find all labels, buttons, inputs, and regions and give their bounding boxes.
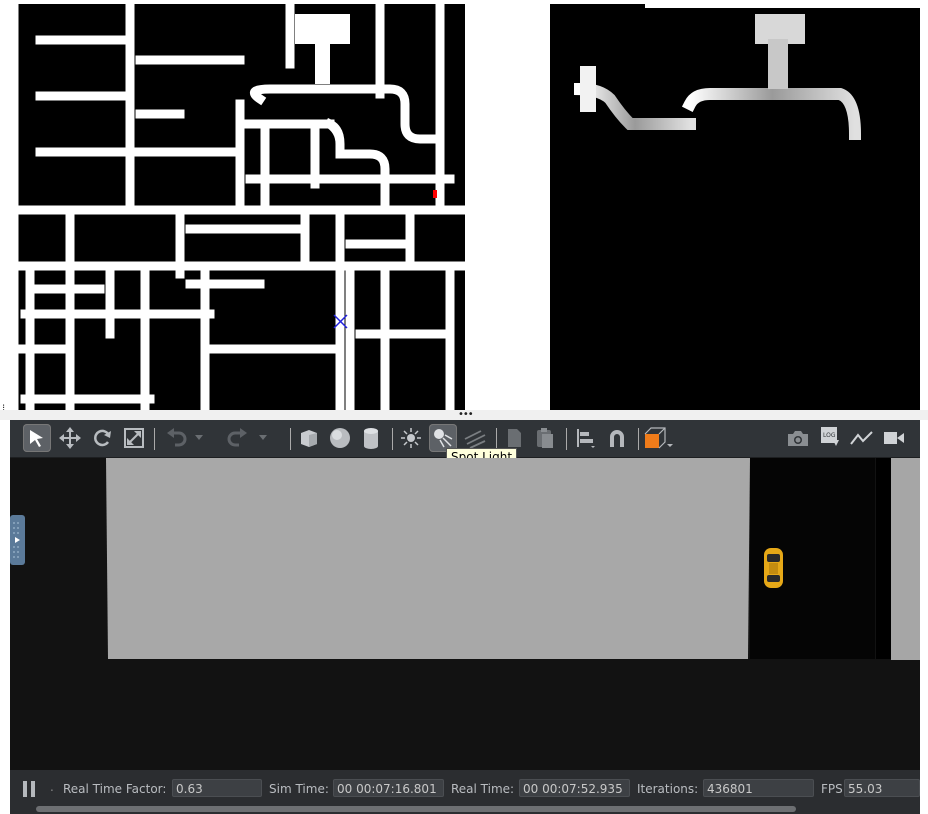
- fps-value: 55.03: [844, 779, 920, 797]
- car-model: [764, 548, 783, 588]
- scene-render: [10, 458, 920, 770]
- toolbar-separator: [496, 428, 497, 450]
- plot-button[interactable]: [848, 424, 876, 452]
- undo-dropdown[interactable]: [192, 424, 206, 452]
- play-pause-button[interactable]: [22, 781, 36, 797]
- view-angle-icon: [644, 427, 673, 449]
- paste-icon: [537, 428, 553, 448]
- select-mode-button[interactable]: [23, 424, 51, 452]
- rotate-icon: [94, 429, 111, 447]
- fps-label: FPS:: [821, 782, 847, 796]
- pause-icon: [23, 781, 35, 797]
- scale-mode-button[interactable]: [120, 424, 148, 452]
- horizontal-splitter[interactable]: •••: [0, 410, 928, 420]
- align-button[interactable]: [571, 424, 599, 452]
- view-angle-button[interactable]: [643, 424, 677, 452]
- translate-mode-button[interactable]: [56, 424, 84, 452]
- snap-magnet-icon: [610, 430, 624, 447]
- gazebo-window: LOG Spot Light . Real Time Factor: 0.63 …: [10, 420, 920, 814]
- spot-light-icon: [434, 429, 453, 448]
- undo-button[interactable]: [162, 424, 190, 452]
- scale-icon: [124, 428, 144, 448]
- cost-map: [550, 4, 920, 410]
- chevron-down-icon: [195, 435, 203, 440]
- horizontal-scrollbar[interactable]: [36, 806, 796, 812]
- status-bar: . Real Time Factor: 0.63 Sim Time: 00 00…: [10, 770, 920, 814]
- snap-button[interactable]: [603, 424, 631, 452]
- toolbar-separator: [566, 428, 567, 450]
- toolbar-separator: [392, 428, 393, 450]
- sphere-shape-button[interactable]: [326, 424, 354, 452]
- redo-button[interactable]: [224, 424, 252, 452]
- ground-plane-right: [891, 458, 920, 660]
- toolbar-separator: [638, 428, 639, 450]
- log-icon: LOG: [821, 427, 839, 446]
- robot-position-marker: [433, 190, 437, 198]
- box-shape-button[interactable]: [295, 424, 323, 452]
- log-button[interactable]: LOG: [816, 424, 844, 452]
- real-time-value: 00 00:07:52.935: [519, 779, 630, 797]
- screenshot-button[interactable]: [784, 424, 812, 452]
- iterations-label: Iterations:: [637, 782, 699, 796]
- redo-icon: [227, 428, 247, 447]
- video-record-icon: [884, 432, 904, 444]
- sim-time-value: 00 00:07:16.801: [333, 779, 444, 797]
- toolbar-separator: [154, 428, 155, 450]
- box-icon: [301, 430, 317, 447]
- undo-icon: [167, 428, 187, 447]
- expand-panel-icon: [13, 522, 20, 558]
- point-light-icon: [401, 428, 421, 448]
- cylinder-shape-button[interactable]: [357, 424, 385, 452]
- real-time-factor-label: Real Time Factor:: [63, 782, 167, 796]
- copy-icon: [508, 429, 521, 447]
- side-panel-toggle[interactable]: [10, 515, 25, 565]
- 3d-scene-view[interactable]: [10, 458, 920, 770]
- ground-plane: [106, 458, 750, 659]
- select-arrow-icon: [30, 430, 43, 447]
- svg-text:LOG: LOG: [823, 432, 836, 439]
- sphere-icon: [330, 428, 350, 448]
- splitter-grip-icon[interactable]: •••: [458, 410, 474, 420]
- chevron-down-icon: [259, 435, 267, 440]
- occupancy-map: [10, 4, 465, 410]
- iterations-value: 436801: [703, 779, 814, 797]
- map-panels: ⁝: [0, 0, 928, 414]
- align-icon: [577, 429, 595, 448]
- point-light-button[interactable]: [397, 424, 425, 452]
- plot-icon: [850, 431, 873, 445]
- cylinder-icon: [364, 428, 378, 449]
- camera-icon: [788, 431, 808, 446]
- redo-dropdown[interactable]: [256, 424, 270, 452]
- real-time-factor-value: 0.63: [172, 779, 262, 797]
- toolbar-separator: [290, 428, 291, 450]
- real-time-label: Real Time:: [451, 782, 515, 796]
- sim-time-label: Sim Time:: [269, 782, 329, 796]
- rotate-mode-button[interactable]: [88, 424, 116, 452]
- road-edge: [876, 458, 891, 659]
- record-video-button[interactable]: [880, 424, 908, 452]
- directional-light-icon: [464, 430, 486, 449]
- paste-button[interactable]: [531, 424, 559, 452]
- step-handle[interactable]: .: [50, 780, 54, 794]
- translate-icon: [59, 427, 81, 449]
